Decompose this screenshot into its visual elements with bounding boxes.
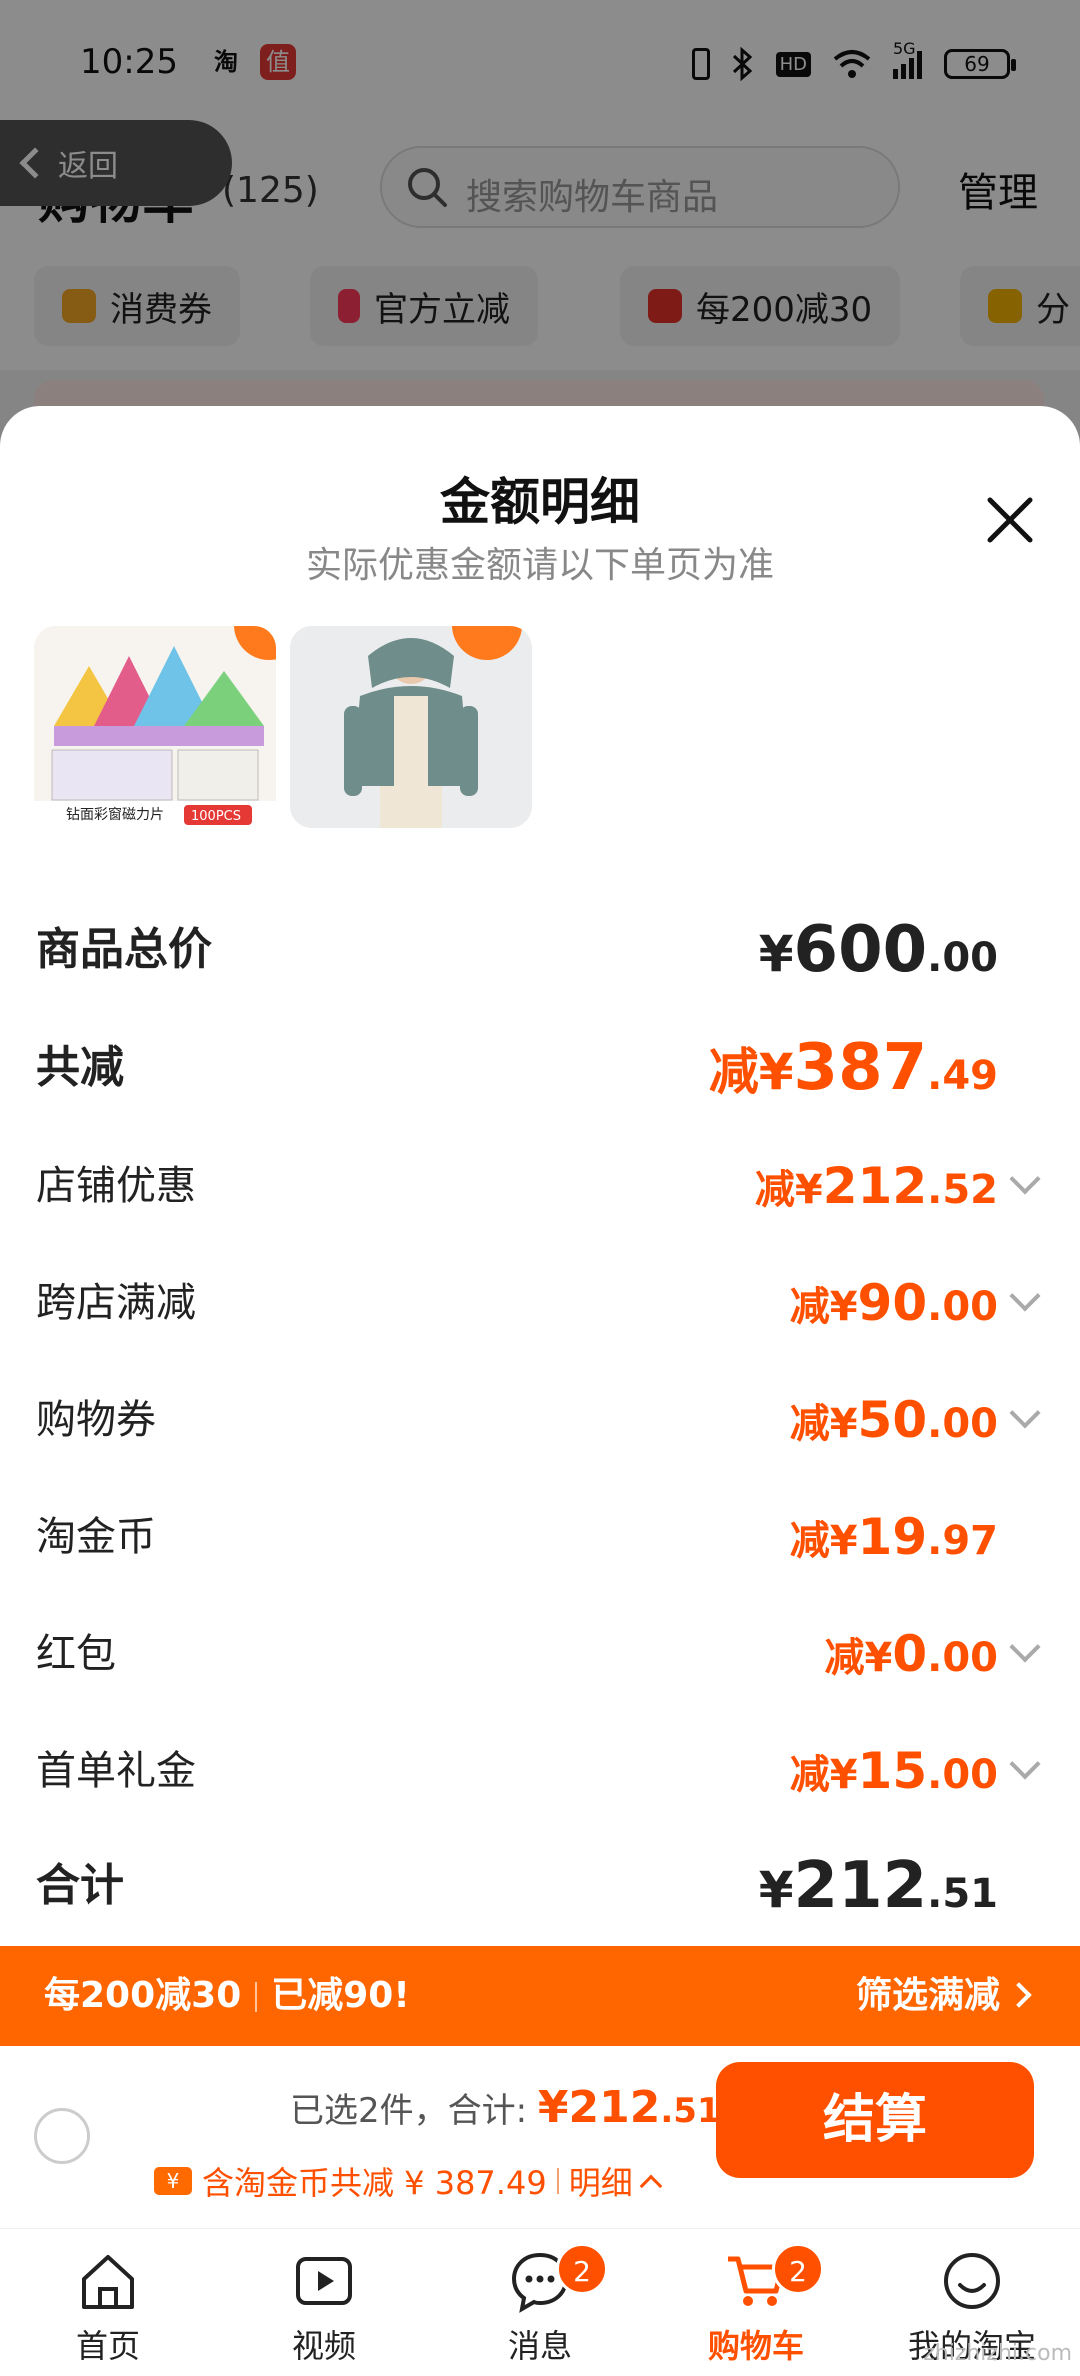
row-value: ¥212.51 [758, 1849, 998, 1923]
toy-tag: 100PCS [191, 809, 241, 824]
row-label: 商品总价 [36, 924, 212, 975]
chevron-down-icon[interactable] [1009, 1397, 1041, 1429]
row-value: 减¥50.00 [789, 1391, 998, 1449]
bottom-nav: 首页 视频 消息 2 购物车 2 我的淘宝 zhizhizhi.com [0, 2228, 1080, 2376]
row-taobao-coins: 淘金币 减¥19.97 [36, 1497, 1036, 1577]
row-label: 淘金币 [36, 1514, 156, 1560]
row-label: 店铺优惠 [36, 1163, 196, 1209]
row-label: 红包 [36, 1631, 116, 1677]
row-goods-total: 商品总价 ¥600.00 [36, 910, 1036, 990]
chevron-down-icon[interactable] [1009, 1631, 1041, 1663]
toy-image: 钻面彩窗磁力片 100PCS [34, 626, 276, 828]
chevron-down-icon[interactable] [1009, 1748, 1041, 1780]
row-grand-total: 合计 ¥212.51 [36, 1846, 1036, 1926]
sheet-subtitle: 实际优惠金额请以下单页为准 [305, 545, 774, 586]
cart-badge: 2 [772, 2243, 824, 2295]
selected-summary: 已选2件，合计: ¥212.51 [290, 2082, 721, 2133]
row-value: 减¥0.00 [824, 1625, 999, 1683]
filter-threshold-link[interactable]: 筛选满减 [856, 1946, 1000, 2046]
row-red-packet[interactable]: 红包 减¥0.00 [36, 1614, 1041, 1694]
row-value: 减¥90.00 [789, 1274, 998, 1332]
row-label: 购物券 [36, 1397, 156, 1443]
chevron-down-icon[interactable] [1009, 1280, 1041, 1312]
row-total-discount: 共减 减¥387.49 [36, 1028, 1036, 1108]
watermark: zhizhizhi.com [923, 2341, 1072, 2366]
message-badge: 2 [556, 2243, 608, 2295]
row-shop-discount[interactable]: 店铺优惠 减¥212.52 [36, 1146, 1041, 1226]
nav-home[interactable]: 首页 [18, 2249, 198, 2369]
row-value: 减¥212.52 [754, 1157, 998, 1215]
close-icon[interactable] [984, 494, 1036, 546]
checkout-button[interactable]: 结算 [716, 2062, 1034, 2178]
nav-video[interactable]: 视频 [234, 2249, 414, 2369]
chevron-down-icon[interactable] [1009, 1163, 1041, 1195]
row-cross-store-discount[interactable]: 跨店满减 减¥90.00 [36, 1263, 1041, 1343]
sheet-title: 金额明细 [440, 473, 640, 531]
promo-info: 每200减30 已减90! [44, 1975, 410, 2016]
row-value: 减¥19.97 [789, 1508, 998, 1566]
nav-messages[interactable]: 消息 2 [450, 2243, 630, 2369]
row-label: 共减 [36, 1042, 124, 1093]
discount-text: 含淘金币共减 ¥ 387.49 [202, 2164, 547, 2202]
row-value: 减¥15.00 [789, 1742, 998, 1800]
discount-detail-toggle[interactable]: ¥ 含淘金币共减 ¥ 387.49 明细 [154, 2158, 663, 2204]
profile-face-icon [944, 2253, 1000, 2309]
promo-bar: 每200减30 已减90! 筛选满减 [0, 1946, 1080, 2046]
chevron-right-icon [1006, 1982, 1032, 2008]
row-label: 首单礼金 [36, 1748, 196, 1794]
amount-detail-sheet: 金额明细 实际优惠金额请以下单页为准 钻面彩窗磁力片 100PCS 商品总价 ¥… [0, 406, 1080, 1946]
row-label: 合计 [36, 1860, 124, 1911]
select-all-radio[interactable] [34, 2108, 90, 2164]
nav-cart[interactable]: 购物车 2 [666, 2243, 846, 2369]
settlement-bar: 已选2件，合计: ¥212.51 ¥ 含淘金币共减 ¥ 387.49 明细 结算 [0, 2046, 1080, 2228]
chevron-up-icon [639, 2174, 663, 2198]
selected-total: ¥212.51 [537, 2082, 721, 2133]
toy-caption: 钻面彩窗磁力片 [66, 806, 164, 823]
row-label: 跨店满减 [36, 1280, 196, 1326]
row-value: 减¥387.49 [708, 1031, 998, 1105]
detail-link[interactable]: 明细 [569, 2158, 633, 2204]
coupon-icon: ¥ [154, 2167, 192, 2195]
home-icon [82, 2255, 134, 2309]
product-thumbnail-coat[interactable] [290, 626, 532, 828]
row-value: ¥600.00 [758, 913, 998, 987]
row-first-order-gift[interactable]: 首单礼金 减¥15.00 [36, 1731, 1041, 1811]
product-thumbnail-toy[interactable]: 钻面彩窗磁力片 100PCS [34, 626, 276, 828]
video-icon [296, 2257, 352, 2305]
row-shopping-voucher[interactable]: 购物券 减¥50.00 [36, 1380, 1041, 1460]
